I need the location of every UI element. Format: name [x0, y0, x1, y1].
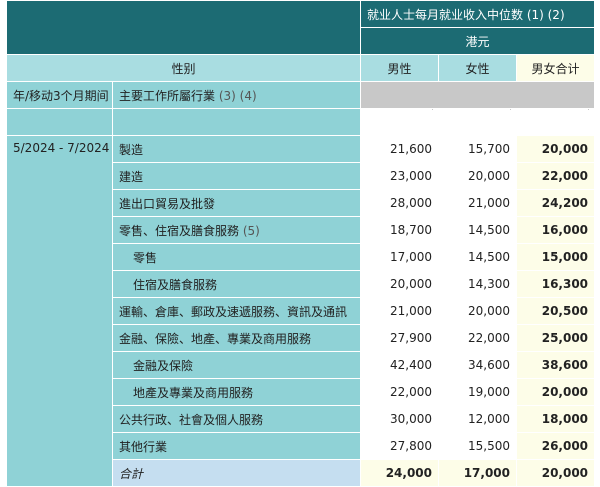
male-value: 21,600 [360, 135, 439, 163]
industry-cell: 零售 [112, 243, 361, 271]
industry-cell: 金融、保險、地產、專業及商用服務 [112, 324, 361, 352]
header-unit: 港元 [359, 27, 596, 55]
industry-column-header: 主要工作所屬行業 (3) (4) [112, 81, 361, 109]
male-value: 28,000 [360, 189, 439, 217]
industry-cell: 地產及專業及商用服務 [112, 378, 361, 406]
column-header-total: 男女合计 [515, 54, 596, 82]
total-value: 16,000 [515, 216, 596, 244]
male-value: 30,000 [360, 405, 439, 433]
industry-label: 建造 [119, 169, 144, 184]
female-value: 20,000 [438, 297, 517, 325]
total-value: 18,000 [515, 405, 596, 433]
income-table: 就业人士每月就业收入中位数 (1) (2) 港元 性别 男性 女性 男女合计 年… [6, 0, 596, 487]
period-cell: 5/2024 - 7/2024 [6, 135, 113, 487]
header-gray-band [359, 81, 596, 109]
table-container: 就业人士每月就业收入中位数 (1) (2) 港元 性别 男性 女性 男女合计 年… [0, 0, 600, 487]
industry-label: 其他行業 [119, 439, 168, 454]
female-value: 20,000 [438, 162, 517, 190]
table-row: 5/2024 - 7/2024 製造 21,600 15,700 20,000 [6, 135, 596, 487]
industry-label: 運輸、倉庫、郵政及速遞服務、資訊及通訊 [119, 304, 348, 319]
female-value: 21,000 [438, 189, 517, 217]
industry-label: 製造 [119, 142, 144, 157]
industry-label: 地產及專業及商用服務 [133, 385, 254, 400]
industry-label: 金融、保險、地產、專業及商用服務 [119, 331, 312, 346]
column-header-female: 女性 [438, 54, 517, 82]
industry-cell: 金融及保險 [112, 351, 361, 379]
total-row-male: 24,000 [360, 459, 439, 487]
female-value: 15,500 [438, 432, 517, 460]
spacer-cell [112, 108, 361, 136]
column-header-male: 男性 [360, 54, 439, 82]
total-value: 25,000 [515, 324, 596, 352]
industry-cell: 零售、住宿及膳食服務 (5) [112, 216, 361, 244]
total-row-total: 20,000 [515, 459, 596, 487]
period-column-header: 年/移动3个月期间 [6, 81, 113, 109]
total-value: 20,000 [515, 135, 596, 163]
industry-label: 進出口貿易及批發 [119, 196, 216, 211]
male-value: 20,000 [360, 270, 439, 298]
industry-header-label: 主要工作所屬行業 [119, 88, 216, 103]
industry-cell: 進出口貿易及批發 [112, 189, 361, 217]
total-value: 24,200 [515, 189, 596, 217]
industry-cell: 運輸、倉庫、郵政及速遞服務、資訊及通訊 [112, 297, 361, 325]
spacer-cell: · [360, 108, 439, 136]
female-value: 12,000 [438, 405, 517, 433]
male-value: 42,400 [360, 351, 439, 379]
industry-label: 金融及保險 [133, 358, 194, 373]
total-value: 20,500 [515, 297, 596, 325]
industry-label: 零售、住宿及膳食服務 [119, 223, 240, 238]
female-value: 15,700 [438, 135, 517, 163]
male-value: 23,000 [360, 162, 439, 190]
industry-cell: 製造 [112, 135, 361, 163]
industry-label: 住宿及膳食服務 [133, 277, 218, 292]
industry-label: 零售 [133, 250, 158, 265]
male-value: 21,000 [360, 297, 439, 325]
industry-cell: 其他行業 [112, 432, 361, 460]
industry-label: 公共行政、社會及個人服務 [119, 412, 264, 427]
spacer-cell: · [515, 108, 596, 136]
column-header-gender: 性别 [6, 54, 361, 82]
female-value: 14,500 [438, 243, 517, 271]
male-value: 27,900 [360, 324, 439, 352]
total-value: 15,000 [515, 243, 596, 271]
male-value: 17,000 [360, 243, 439, 271]
total-row-label: 合計 [112, 459, 361, 487]
total-row-female: 17,000 [438, 459, 517, 487]
female-value: 19,000 [438, 378, 517, 406]
industry-note: (5) [242, 223, 260, 238]
female-value: 14,500 [438, 216, 517, 244]
female-value: 34,600 [438, 351, 517, 379]
male-value: 18,700 [360, 216, 439, 244]
industry-cell: 住宿及膳食服務 [112, 270, 361, 298]
industry-cell: 建造 [112, 162, 361, 190]
industry-header-note: (3) (4) [218, 88, 257, 103]
male-value: 22,000 [360, 378, 439, 406]
total-value: 22,000 [515, 162, 596, 190]
spacer-cell [6, 108, 113, 136]
total-value: 20,000 [515, 378, 596, 406]
male-value: 27,800 [360, 432, 439, 460]
spacer-cell: · [438, 108, 517, 136]
header-title: 就业人士每月就业收入中位数 (1) (2) [359, 0, 596, 28]
female-value: 22,000 [438, 324, 517, 352]
header-blank [6, 0, 361, 55]
total-value: 16,300 [515, 270, 596, 298]
female-value: 14,300 [438, 270, 517, 298]
total-value: 38,600 [515, 351, 596, 379]
total-value: 26,000 [515, 432, 596, 460]
industry-cell: 公共行政、社會及個人服務 [112, 405, 361, 433]
